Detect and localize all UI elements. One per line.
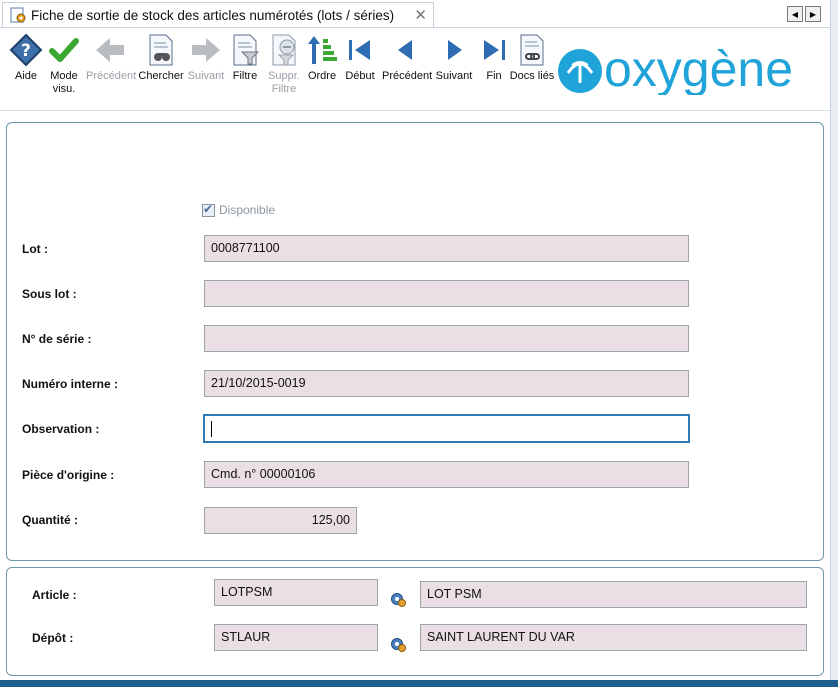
svg-text:?: ?: [21, 41, 31, 61]
depot-name-field[interactable]: SAINT LAURENT DU VAR: [420, 624, 807, 651]
arrow-right-icon: [192, 38, 220, 62]
first-record-button[interactable]: Début: [336, 33, 384, 83]
remove-filter-icon: [272, 34, 296, 66]
tab-scroll-left-icon[interactable]: ◀: [787, 6, 803, 22]
last-record-icon: [484, 40, 505, 60]
search-button[interactable]: Chercher: [137, 33, 185, 83]
disponible-checkbox-group: Disponible: [202, 202, 276, 217]
sous-lot-label: Sous lot :: [22, 287, 77, 301]
oxygene-logo: oxygène: [558, 43, 793, 95]
filter-document-icon: [233, 34, 260, 66]
first-record-icon: [349, 40, 370, 60]
observation-label: Observation :: [22, 422, 100, 436]
arrow-left-icon: [96, 38, 124, 62]
linked-documents-icon: [520, 34, 544, 66]
article-lookup-gear-icon[interactable]: [389, 590, 407, 608]
tab-scroll-arrows: ◀ ▶: [787, 6, 821, 22]
internal-number-label: Numéro interne :: [22, 377, 119, 391]
help-icon: ?: [9, 33, 43, 67]
sous-lot-field[interactable]: [204, 280, 689, 307]
previous-record-button[interactable]: Précédent: [382, 33, 432, 83]
lot-label: Lot :: [22, 242, 48, 256]
window-edge: [830, 0, 838, 687]
previous-record-icon: [398, 40, 412, 60]
quantity-field[interactable]: 125,00: [204, 507, 357, 534]
checkmark-icon: [49, 38, 79, 62]
gear-form-icon: [10, 7, 26, 23]
article-code-field[interactable]: LOTPSM: [214, 579, 378, 606]
disponible-label: Disponible: [219, 203, 276, 217]
serial-number-field[interactable]: [204, 325, 689, 352]
observation-field[interactable]: [203, 414, 690, 443]
linked-docs-button[interactable]: Docs liés: [508, 33, 556, 83]
tab-scroll-right-icon[interactable]: ▶: [805, 6, 821, 22]
document-tab[interactable]: Fiche de sortie de stock des articles nu…: [2, 2, 434, 27]
tab-title: Fiche de sortie de stock des articles nu…: [31, 7, 395, 23]
logo-text: oxygène: [604, 43, 793, 95]
disponible-checkbox[interactable]: [202, 202, 215, 217]
depot-label: Dépôt :: [32, 631, 74, 645]
toolbar: ? Aide Mode visu. Précédent Chercher Sui…: [0, 29, 830, 111]
article-label: Article :: [32, 588, 77, 602]
view-mode-button[interactable]: Mode visu.: [40, 33, 88, 96]
close-icon[interactable]: ✕: [414, 6, 427, 24]
depot-code-field[interactable]: STLAUR: [214, 624, 378, 651]
internal-number-field[interactable]: 21/10/2015-0019: [204, 370, 689, 397]
binoculars-document-icon: [149, 34, 173, 66]
article-name-field[interactable]: LOT PSM: [420, 581, 807, 608]
previous-disabled-button[interactable]: Précédent: [86, 33, 136, 83]
tab-bar: Fiche de sortie de stock des articles nu…: [0, 0, 838, 28]
depot-lookup-gear-icon[interactable]: [389, 635, 407, 653]
status-strip: [0, 680, 838, 687]
lot-field[interactable]: 0008771100: [204, 235, 689, 262]
origin-piece-field[interactable]: Cmd. n° 00000106: [204, 461, 689, 488]
text-caret: [211, 420, 212, 437]
sort-order-icon: [308, 36, 337, 64]
quantity-label: Quantité :: [22, 513, 78, 527]
next-record-icon: [448, 40, 462, 60]
origin-piece-label: Pièce d'origine :: [22, 468, 115, 482]
serial-number-label: N° de série :: [22, 332, 92, 346]
